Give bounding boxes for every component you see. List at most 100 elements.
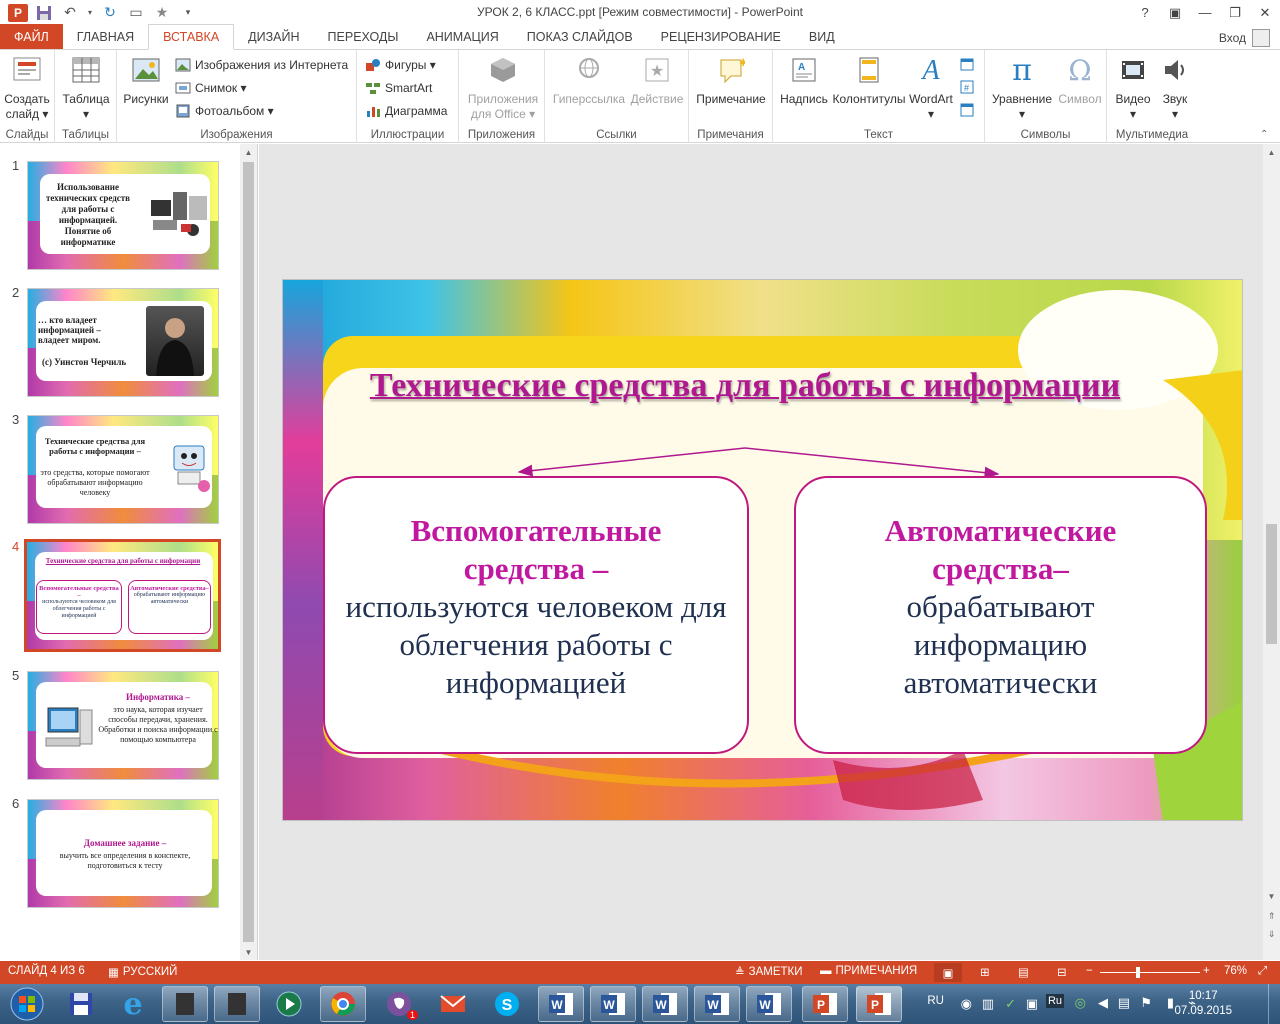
internet-explorer-icon[interactable]: e [110,986,156,1022]
scroll-down-icon[interactable]: ▼ [240,944,257,960]
table-button[interactable]: Таблица ▾ [61,54,111,122]
prev-slide-icon[interactable]: ⇑ [1263,908,1280,924]
chart-button[interactable]: Диаграмма [365,101,447,121]
hyperlink-button[interactable]: Гиперссылка [551,54,627,107]
smartart-button[interactable]: SmartArt [365,78,432,98]
powerpoint-icon-active[interactable]: P [856,986,902,1022]
photo-album-button[interactable]: Фотоальбом ▾ [175,101,274,121]
word-icon-4[interactable]: W [694,986,740,1022]
online-pictures-button[interactable]: Изображения из Интернета [175,55,348,75]
tab-file[interactable]: ФАЙЛ [0,24,63,49]
word-icon-1[interactable]: W [538,986,584,1022]
zoom-level[interactable]: 76% [1224,965,1247,977]
save-icon[interactable] [34,3,54,23]
tray-viber-icon[interactable]: ◉ [961,996,972,1012]
skype-icon[interactable]: S [484,986,530,1022]
new-slide-button[interactable]: Создать слайд ▾ [4,54,50,122]
thumbnail-slide-2[interactable]: 2 … кто владеет информацией – владеет ми… [0,271,240,397]
undo-icon[interactable]: ↶ [60,3,80,23]
tab-animations[interactable]: АНИМАЦИЯ [412,24,512,49]
tray-monitor-icon[interactable]: ▣ [1026,996,1038,1012]
clock[interactable]: 10:17 07.09.2015 [1174,989,1232,1019]
date-time-button[interactable] [959,54,975,74]
tray-green-circle-icon[interactable]: ◎ [1075,995,1086,1011]
zoom-in-icon[interactable]: + [1203,965,1210,977]
word-icon-3[interactable]: W [642,986,688,1022]
word-icon-2[interactable]: W [590,986,636,1022]
start-button[interactable] [2,986,52,1022]
zoom-out-icon[interactable]: − [1086,965,1093,977]
office-apps-button[interactable]: Приложения для Office ▾ [465,54,541,122]
scroll-up-icon[interactable]: ▲ [240,144,257,160]
customize-qat-icon[interactable]: ▾ [178,3,198,23]
thumbnail-slide-1[interactable]: 1 Использование технических средств для … [0,144,240,270]
zoom-slider-thumb[interactable] [1136,967,1140,978]
volume-icon[interactable]: ◀ [1098,995,1108,1011]
scroll-thumb[interactable] [1266,524,1277,644]
restore-button[interactable]: ❐ [1220,0,1250,25]
word-icon-5[interactable]: W [746,986,792,1022]
help-button[interactable]: ? [1130,0,1160,25]
tray-ru-icon[interactable]: Ru [1045,994,1064,1008]
pictures-button[interactable]: Рисунки [123,54,169,107]
from-beginning-icon[interactable]: ▭ [126,3,146,23]
slide-number-button[interactable]: # [959,77,975,97]
tray-network-icon[interactable]: ▥ [982,996,994,1012]
left-textbox[interactable]: Вспомогательные средства – используются … [323,476,749,754]
undo-dropdown-icon[interactable]: ▾ [86,3,94,23]
slide-sorter-icon[interactable]: ⊞ [980,965,990,979]
tray-app-icon[interactable]: ✓ [1005,996,1016,1012]
redo-icon[interactable]: ↻ [100,3,120,23]
language-indicator[interactable]: ▦ РУССКИЙ [108,965,177,979]
video-button[interactable]: Видео ▾ [1111,54,1155,122]
comment-button[interactable]: ✱ Примечание [693,54,769,107]
next-slide-icon[interactable]: ⇓ [1263,926,1280,942]
ribbon-display-button[interactable]: ▣ [1160,0,1190,25]
minimize-button[interactable]: — [1190,0,1220,25]
tray-signal-icon[interactable]: ▮ [1167,995,1174,1011]
zoom-slider[interactable] [1100,967,1200,978]
tab-home[interactable]: ГЛАВНАЯ [63,24,148,49]
tray-flag-icon[interactable]: ⚑ [1140,995,1152,1011]
collapse-ribbon-icon[interactable]: ⌃ [1260,124,1268,144]
tray-display-icon[interactable]: ▤ [1118,995,1130,1011]
wordart-button[interactable]: A WordArt ▾ [907,54,955,122]
taskbar-save-icon[interactable] [58,986,104,1022]
action-button[interactable]: ★ Действие [629,54,685,107]
notes-button[interactable]: ≜ ЗАМЕТКИ [735,965,803,979]
tab-design[interactable]: ДИЗАЙН [234,24,313,49]
thumbnail-slide-3[interactable]: 3 Технические средства для работы с инфо… [0,398,240,524]
powerpoint-icon-1[interactable]: P [802,986,848,1022]
slideshow-icon[interactable]: ⊟ [1057,965,1067,979]
textbox-button[interactable]: A Надпись [777,54,831,107]
thumbnail-slide-5[interactable]: 5 Информатика – это наука, которая изуча… [0,654,240,780]
tab-transitions[interactable]: ПЕРЕХОДЫ [314,24,413,49]
tab-insert[interactable]: ВСТАВКА [148,24,235,50]
tab-view[interactable]: ВИД [795,24,849,49]
fit-slide-icon[interactable]: ⤢ [1258,965,1267,978]
scroll-thumb[interactable] [243,162,254,942]
taskbar-app-dark-1[interactable] [162,986,208,1022]
star-icon[interactable]: ★ [152,3,172,23]
normal-view-icon[interactable]: ▣ [934,963,962,982]
taskbar-app-dark-2[interactable] [214,986,260,1022]
thumbnails-scrollbar[interactable]: ▲ ▼ [240,144,257,960]
scroll-up-icon[interactable]: ▲ [1263,144,1280,160]
comments-button[interactable]: ▬ ПРИМЕЧАНИЯ [820,965,917,977]
media-player-icon[interactable] [266,986,312,1022]
close-button[interactable]: ✕ [1250,0,1280,25]
sign-in[interactable]: Вход [1219,29,1270,47]
right-textbox[interactable]: Автоматические средства– обрабатывают ин… [794,476,1207,754]
thumbnail-slide-4[interactable]: 4 Технические средства для работы с инфо… [0,525,240,652]
reading-view-icon[interactable]: ▤ [1018,965,1029,979]
editor-scrollbar[interactable]: ▲ ▼ ⇑ ⇓ [1263,144,1280,960]
symbol-button[interactable]: Ω Символ [1055,54,1105,107]
mail-icon[interactable] [430,986,476,1022]
thumbnail-slide-6[interactable]: 6 Домашнее задание – выучить все определ… [0,782,240,908]
screenshot-button[interactable]: Снимок ▾ [175,78,247,98]
tab-slideshow[interactable]: ПОКАЗ СЛАЙДОВ [513,24,647,49]
equation-button[interactable]: π Уравнение ▾ [989,54,1055,122]
tab-review[interactable]: РЕЦЕНЗИРОВАНИЕ [647,24,795,49]
object-button[interactable] [959,100,975,120]
scroll-down-icon[interactable]: ▼ [1263,888,1280,904]
